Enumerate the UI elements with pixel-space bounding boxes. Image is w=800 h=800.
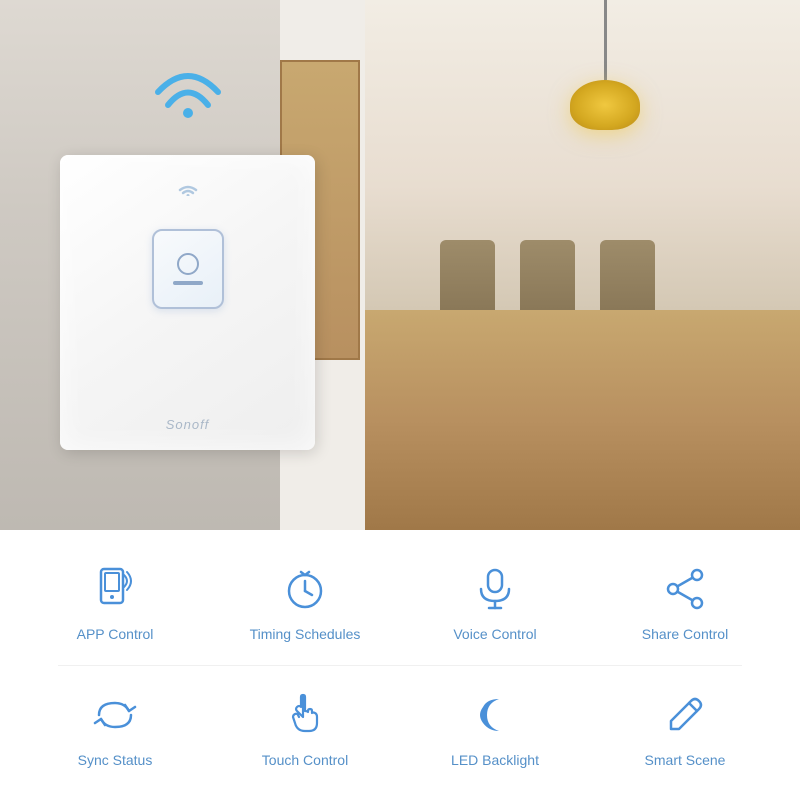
smart-scene-label: Smart Scene xyxy=(645,751,726,769)
dining-area xyxy=(380,200,780,400)
switch-panel: Sonoff xyxy=(60,155,315,450)
sync-icon xyxy=(87,687,143,743)
feature-smart-scene: Smart Scene xyxy=(605,687,765,769)
feature-timing: Timing Schedules xyxy=(225,561,385,643)
switch-btn-circle xyxy=(177,253,199,275)
features-row-2: Sync Status Touch Control LED Backlight xyxy=(20,671,780,786)
touch-label: Touch Control xyxy=(262,751,348,769)
timing-icon xyxy=(277,561,333,617)
product-hero-image: Sonoff xyxy=(0,0,800,530)
smart-scene-icon xyxy=(657,687,713,743)
features-row-1: APP Control Timing Schedules xyxy=(20,545,780,660)
led-label: LED Backlight xyxy=(451,751,539,769)
app-control-icon xyxy=(87,561,143,617)
switch-wifi-indicator xyxy=(177,180,199,199)
row-divider xyxy=(58,665,742,666)
switch-button[interactable] xyxy=(152,229,224,309)
feature-sync: Sync Status xyxy=(35,687,195,769)
pendant-lamp xyxy=(570,0,640,130)
switch-btn-bar xyxy=(173,281,203,285)
feature-share: Share Control xyxy=(605,561,765,643)
share-label: Share Control xyxy=(642,625,728,643)
sync-label: Sync Status xyxy=(78,751,153,769)
features-section: APP Control Timing Schedules xyxy=(0,530,800,800)
brand-label: Sonoff xyxy=(166,417,210,432)
app-control-label: APP Control xyxy=(77,625,154,643)
share-icon xyxy=(657,561,713,617)
led-icon xyxy=(467,687,523,743)
feature-led: LED Backlight xyxy=(415,687,575,769)
feature-app-control: APP Control xyxy=(35,561,195,643)
voice-icon xyxy=(467,561,523,617)
wifi-icon xyxy=(148,50,228,120)
voice-label: Voice Control xyxy=(453,625,536,643)
timing-label: Timing Schedules xyxy=(250,625,361,643)
feature-voice: Voice Control xyxy=(415,561,575,643)
feature-touch: Touch Control xyxy=(225,687,385,769)
touch-icon xyxy=(277,687,333,743)
